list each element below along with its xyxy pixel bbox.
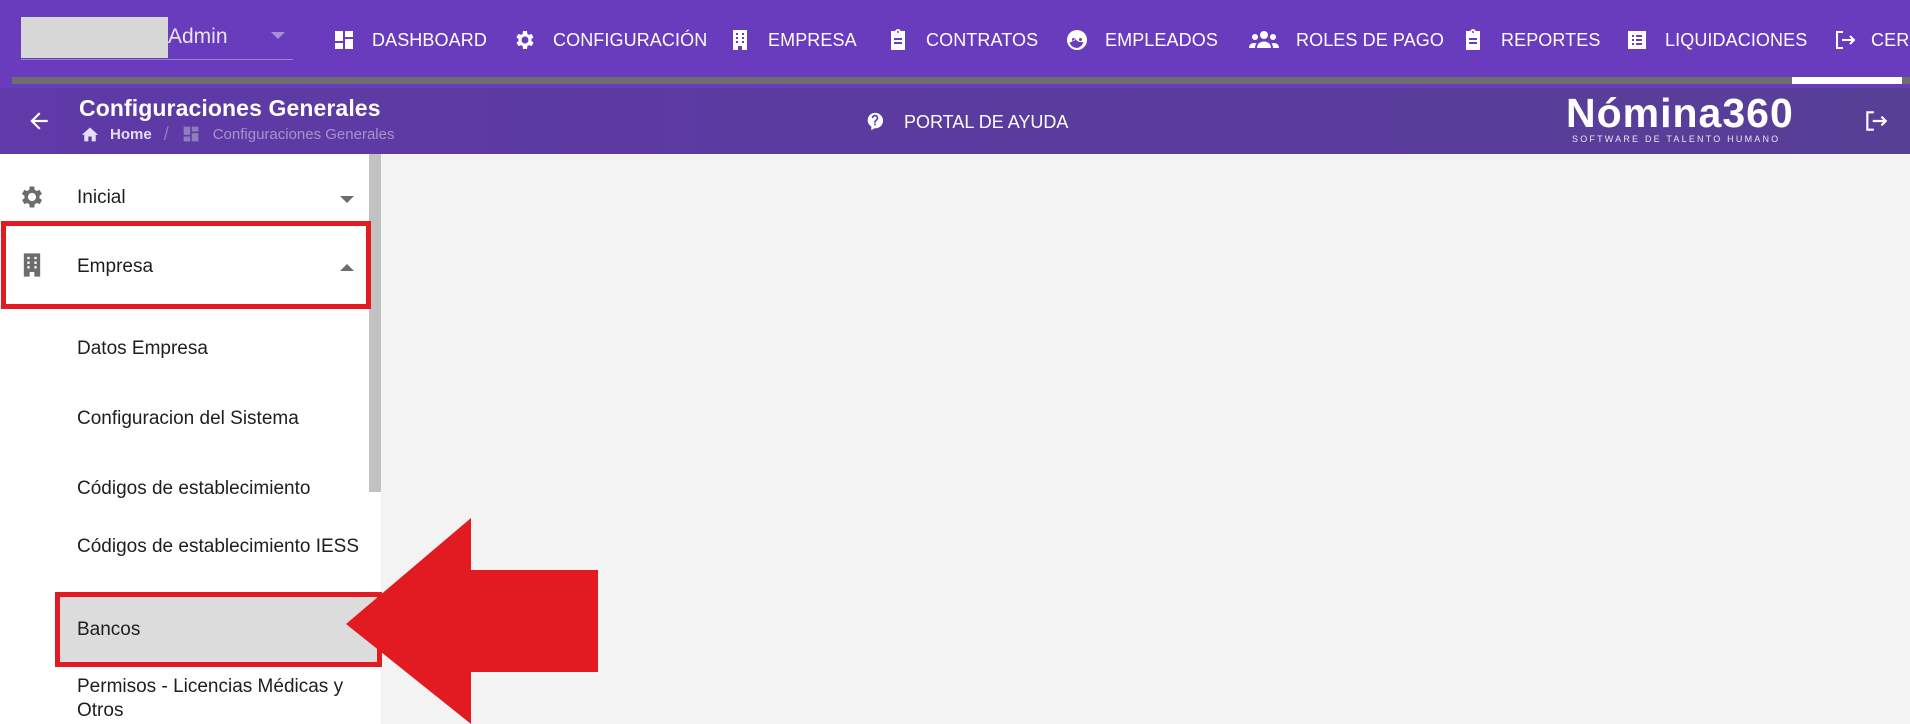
help-portal-link[interactable]: PORTAL DE AYUDA: [864, 110, 1068, 134]
chevron-down-icon: [340, 196, 354, 203]
chevron-down-icon: [271, 32, 285, 39]
help-portal-label: PORTAL DE AYUDA: [904, 111, 1069, 132]
brand-logo: Nómina360 SOFTWARE DE TALENTO HUMANO: [1560, 90, 1800, 150]
nav-reportes-label: REPORTES: [1501, 29, 1601, 50]
nav-cerrar-label: CER: [1871, 29, 1910, 50]
nav-empresa-label: EMPRESA: [768, 29, 857, 50]
breadcrumb-current: Configuraciones Generales: [212, 125, 395, 143]
breadcrumb: Home / Configuraciones Generales: [80, 124, 394, 144]
sidebar-scrollbar[interactable]: [369, 154, 381, 492]
logo-tagline: SOFTWARE DE TALENTO HUMANO: [1572, 134, 1781, 144]
nav-roles-label: ROLES DE PAGO: [1296, 29, 1445, 50]
nav-reportes[interactable]: REPORTES: [1461, 18, 1601, 62]
nav-configuracion[interactable]: CONFIGURACIÓN: [513, 18, 707, 62]
dashboard-icon: [335, 31, 353, 49]
annotation-highlight-box: [55, 592, 382, 667]
submenu-codigos-establecimiento-iess[interactable]: Códigos de establecimiento IESS: [77, 535, 367, 559]
page-title: Configuraciones Generales: [79, 95, 381, 121]
nav-configuracion-label: CONFIGURACIÓN: [553, 29, 708, 50]
submenu-codigos-establecimiento[interactable]: Códigos de establecimiento: [77, 477, 367, 501]
nav-empleados-label: EMPLEADOS: [1105, 29, 1218, 50]
nav-contratos-label: CONTRATOS: [926, 29, 1039, 50]
home-icon: [81, 127, 99, 142]
clipboard-icon: [1466, 29, 1480, 50]
help-icon: [867, 112, 884, 131]
breadcrumb-home[interactable]: Home: [110, 126, 152, 143]
submenu-configuracion-sistema[interactable]: Configuracion del Sistema: [77, 407, 367, 431]
main-content: [381, 154, 1910, 724]
app-window: Admin DASHBOARD CONFIGURACIÓN EMPRESA CO…: [0, 0, 1910, 724]
gear-icon: [516, 31, 534, 49]
page-header: Configuraciones Generales Home / Configu…: [0, 88, 1910, 154]
submenu-permisos-licencias[interactable]: Permisos - Licencias Médicas y Otros: [77, 675, 367, 723]
logout-icon: [1836, 31, 1856, 49]
user-dropdown[interactable]: Admin: [21, 16, 293, 60]
nav-empresa[interactable]: EMPRESA: [728, 18, 857, 62]
user-avatar-placeholder: [21, 17, 168, 58]
nav-active-indicator: [1792, 77, 1902, 84]
nav-liquidaciones[interactable]: LIQUIDACIONES: [1625, 18, 1807, 62]
clipboard-icon: [891, 29, 905, 50]
nav-underline-track: [12, 77, 1910, 84]
nav-liquidaciones-label: LIQUIDACIONES: [1665, 29, 1808, 50]
list-icon: [1628, 31, 1646, 49]
gear-icon: [21, 186, 43, 208]
logout-icon[interactable]: [1863, 108, 1889, 134]
top-navigation-bar: Admin DASHBOARD CONFIGURACIÓN EMPRESA CO…: [0, 0, 1910, 88]
user-name: Admin: [168, 25, 228, 48]
annotation-arrow-icon: [346, 518, 598, 724]
dashboard-icon: [183, 126, 199, 142]
nav-dashboard[interactable]: DASHBOARD: [332, 18, 487, 62]
group-icon: [1249, 31, 1279, 48]
nav-empleados[interactable]: EMPLEADOS: [1065, 18, 1218, 62]
nav-roles-de-pago[interactable]: ROLES DE PAGO: [1248, 18, 1444, 62]
face-icon: [1067, 30, 1087, 50]
nav-dashboard-label: DASHBOARD: [372, 29, 487, 50]
logo-title: Nómina360: [1566, 90, 1794, 136]
nav-cerrar-sesion[interactable]: CER: [1833, 18, 1909, 62]
nav-contratos[interactable]: CONTRATOS: [886, 18, 1038, 62]
sidebar-item-inicial-label: Inicial: [77, 187, 126, 208]
breadcrumb-separator: /: [163, 123, 169, 144]
submenu-datos-empresa[interactable]: Datos Empresa: [77, 337, 367, 361]
annotation-highlight-box: [1, 221, 371, 309]
building-icon: [733, 30, 747, 50]
back-arrow-icon[interactable]: [26, 108, 52, 134]
